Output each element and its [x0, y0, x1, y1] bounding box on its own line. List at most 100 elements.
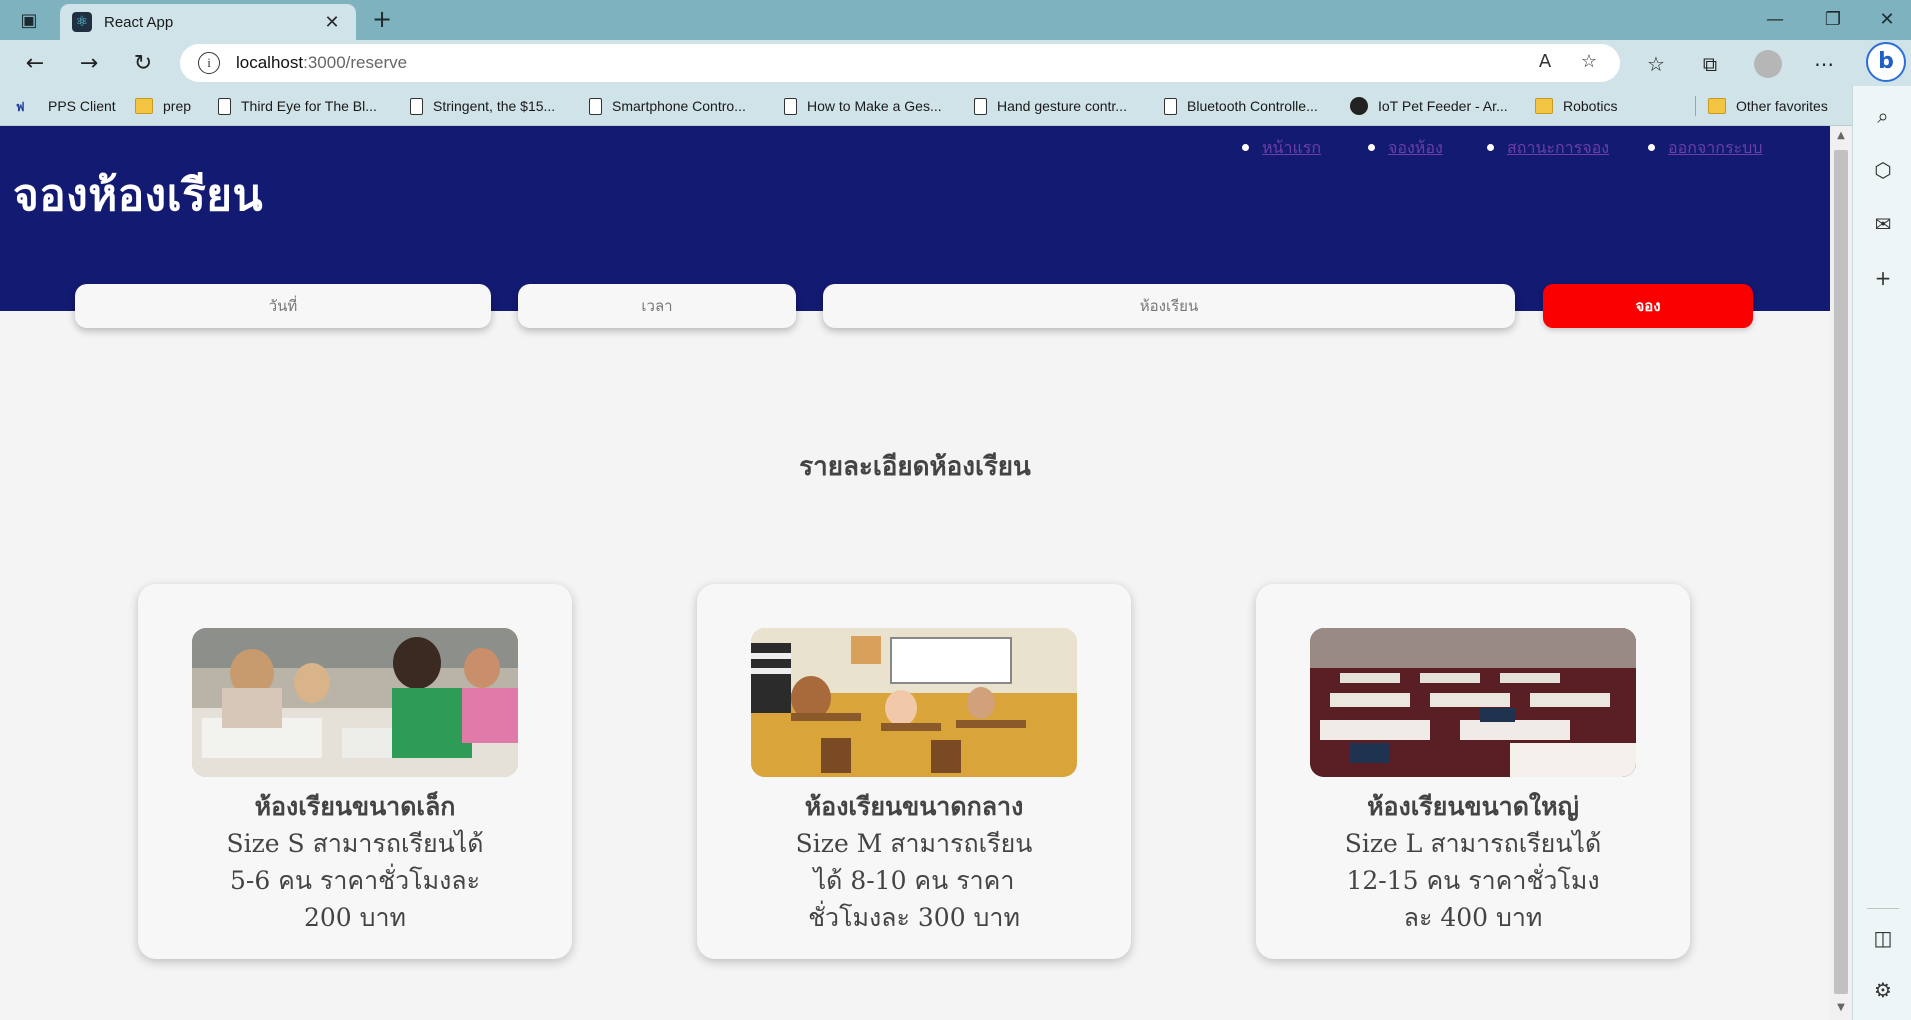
bookmark-item[interactable]: How to Make a Ges... — [784, 95, 942, 117]
bookmark-item[interactable]: ฟ PPS Client — [16, 95, 116, 117]
reservation-form: วันที่ เวลา ห้องเรียน จอง — [0, 284, 1830, 330]
bookmark-item[interactable]: Third Eye for The Bl... — [218, 95, 377, 117]
room-description-line: Size L สามารถเรียนได้ — [1344, 829, 1602, 858]
browser-tab-bar: ▣ ⚛ React App ✕ + — ❐ ✕ — [0, 0, 1911, 40]
room-name: ห้องเรียนขนาดเล็ก — [254, 792, 456, 821]
forward-icon[interactable]: → — [72, 47, 106, 81]
read-aloud-icon[interactable]: A — [1532, 51, 1558, 75]
reload-icon[interactable]: ↻ — [126, 47, 160, 81]
room-description-line: ได้ 8-10 คน ราคา — [813, 866, 1015, 895]
section-heading: รายละเอียดห้องเรียน — [799, 452, 1031, 482]
favorites-icon[interactable]: ☆ — [1640, 48, 1672, 80]
bookmark-item[interactable]: Smartphone Contro... — [589, 95, 746, 117]
room-description-line: Size M สามารถเรียน — [795, 829, 1033, 858]
tab-actions-icon[interactable]: ▣ — [14, 8, 44, 32]
room-description-line: 5-6 คน ราคาชั่วโมงละ — [229, 866, 481, 895]
page-title: จองห้องเรียน — [13, 170, 264, 221]
sidebar-divider — [1867, 908, 1899, 909]
bing-copilot-icon[interactable]: b — [1866, 42, 1906, 82]
back-icon[interactable]: ← — [18, 47, 52, 81]
url-path: :3000/reserve — [303, 53, 408, 72]
room-field[interactable]: ห้องเรียน — [823, 284, 1515, 328]
page-scrollbar[interactable]: ▲ ▼ — [1830, 126, 1852, 1020]
scroll-thumb[interactable] — [1834, 150, 1848, 994]
bookmark-item[interactable]: Bluetooth Controlle... — [1164, 95, 1318, 117]
outlook-icon[interactable]: ✉ — [1869, 210, 1897, 238]
restore-icon[interactable]: ❐ — [1808, 6, 1858, 34]
room-card-small[interactable]: ห้องเรียนขนาดเล็ก Size S สามารถเรียนได้ … — [138, 584, 572, 959]
room-description-line: Size S สามารถเรียนได้ — [226, 829, 484, 858]
settings-gear-icon[interactable]: ⚙ — [1869, 976, 1897, 1004]
nav-link-home[interactable]: หน้าแรก — [1262, 138, 1321, 157]
nav-link-reserve[interactable]: จองห้อง — [1388, 138, 1443, 157]
room-description-line: ชั่วโมงละ 300 บาท — [808, 903, 1020, 932]
bullet-icon — [1487, 144, 1494, 151]
nav-item-reserve[interactable]: จองห้อง — [1368, 136, 1443, 161]
browser-toolbar: ← → ↻ i localhost:3000/reserve A ☆ ☆ ⧉ ⋯… — [0, 40, 1911, 86]
room-name: ห้องเรียนขนาดกลาง — [804, 792, 1024, 821]
room-description-line: ละ 400 บาท — [1403, 903, 1543, 932]
other-favorites-folder[interactable]: Other favorites — [1708, 95, 1828, 117]
bookmark-folder[interactable]: Robotics — [1535, 95, 1617, 117]
pps-icon: ฟ — [16, 100, 25, 114]
room-caption: ห้องเรียนขนาดกลาง Size M สามารถเรียน ได้… — [727, 788, 1101, 936]
room-name: ห้องเรียนขนาดใหญ่ — [1367, 792, 1579, 821]
room-photo-large — [1310, 628, 1636, 777]
scroll-down-icon[interactable]: ▼ — [1835, 1002, 1847, 1014]
reserve-button[interactable]: จอง — [1543, 284, 1753, 328]
browser-tab[interactable]: ⚛ React App ✕ — [60, 4, 356, 40]
hide-sidebar-icon[interactable]: ◫ — [1869, 924, 1897, 952]
add-app-icon[interactable]: + — [1869, 264, 1897, 292]
page-icon — [410, 97, 423, 115]
room-caption: ห้องเรียนขนาดเล็ก Size S สามารถเรียนได้ … — [168, 788, 542, 936]
time-field[interactable]: เวลา — [518, 284, 796, 328]
close-window-icon[interactable]: ✕ — [1862, 6, 1911, 34]
nav-link-logout[interactable]: ออกจากระบบ — [1668, 138, 1762, 157]
folder-icon — [1535, 98, 1553, 114]
collections-icon[interactable]: ⧉ — [1694, 48, 1726, 80]
page-viewport: จองห้องเรียน หน้าแรก จองห้อง สถานะการจอง… — [0, 126, 1830, 1020]
folder-icon — [135, 98, 153, 114]
bookmark-folder[interactable]: prep — [135, 95, 191, 117]
room-card-large[interactable]: ห้องเรียนขนาดใหญ่ Size L สามารถเรียนได้ … — [1256, 584, 1690, 959]
url-host: localhost — [236, 53, 304, 72]
page-icon — [1164, 97, 1177, 115]
bullet-icon — [1242, 144, 1249, 151]
more-options-icon[interactable]: ⋯ — [1808, 48, 1840, 80]
nav-link-status[interactable]: สถานะการจอง — [1507, 138, 1609, 157]
copilot-icon[interactable]: ⬡ — [1869, 156, 1897, 184]
room-photo-small — [192, 628, 518, 777]
nav-item-home[interactable]: หน้าแรก — [1242, 136, 1321, 161]
minimize-icon[interactable]: — — [1750, 6, 1800, 34]
search-icon[interactable]: ⌕ — [1869, 102, 1897, 130]
room-photo-medium — [751, 628, 1077, 777]
bookmarks-bar: ฟ PPS Client prep Third Eye for The Bl...… — [0, 86, 1852, 126]
tab-title: React App — [104, 13, 174, 31]
bookmark-item[interactable]: Stringent, the $15... — [410, 95, 555, 117]
room-card-medium[interactable]: ห้องเรียนขนาดกลาง Size M สามารถเรียน ได้… — [697, 584, 1131, 959]
nav-item-logout[interactable]: ออกจากระบบ — [1648, 136, 1762, 161]
new-tab-icon[interactable]: + — [368, 6, 396, 34]
edge-sidebar: ⌕ ⬡ ✉ + ◫ ⚙ — [1852, 86, 1911, 1020]
room-description-line: 12-15 คน ราคาชั่วโมง — [1346, 866, 1600, 895]
instructables-icon — [1350, 97, 1368, 115]
bookmark-item[interactable]: IoT Pet Feeder - Ar... — [1350, 95, 1508, 117]
react-favicon-icon: ⚛ — [72, 12, 92, 32]
add-favorite-icon[interactable]: ☆ — [1576, 51, 1602, 75]
page-icon — [784, 97, 797, 115]
page-icon — [974, 97, 987, 115]
room-description-line: 200 บาท — [303, 903, 407, 932]
bookmark-item[interactable]: Hand gesture contr... — [974, 95, 1127, 117]
folder-icon — [1708, 98, 1726, 114]
address-bar[interactable]: i localhost:3000/reserve A ☆ — [180, 44, 1620, 82]
page-icon — [589, 97, 602, 115]
scroll-up-icon[interactable]: ▲ — [1835, 130, 1847, 142]
profile-avatar[interactable] — [1754, 50, 1782, 78]
date-field[interactable]: วันที่ — [75, 284, 491, 328]
room-caption: ห้องเรียนขนาดใหญ่ Size L สามารถเรียนได้ … — [1286, 788, 1660, 936]
nav-item-status[interactable]: สถานะการจอง — [1487, 136, 1609, 161]
bullet-icon — [1648, 144, 1655, 151]
site-info-icon[interactable]: i — [198, 52, 220, 74]
close-tab-icon[interactable]: ✕ — [320, 12, 344, 33]
page-icon — [218, 97, 231, 115]
